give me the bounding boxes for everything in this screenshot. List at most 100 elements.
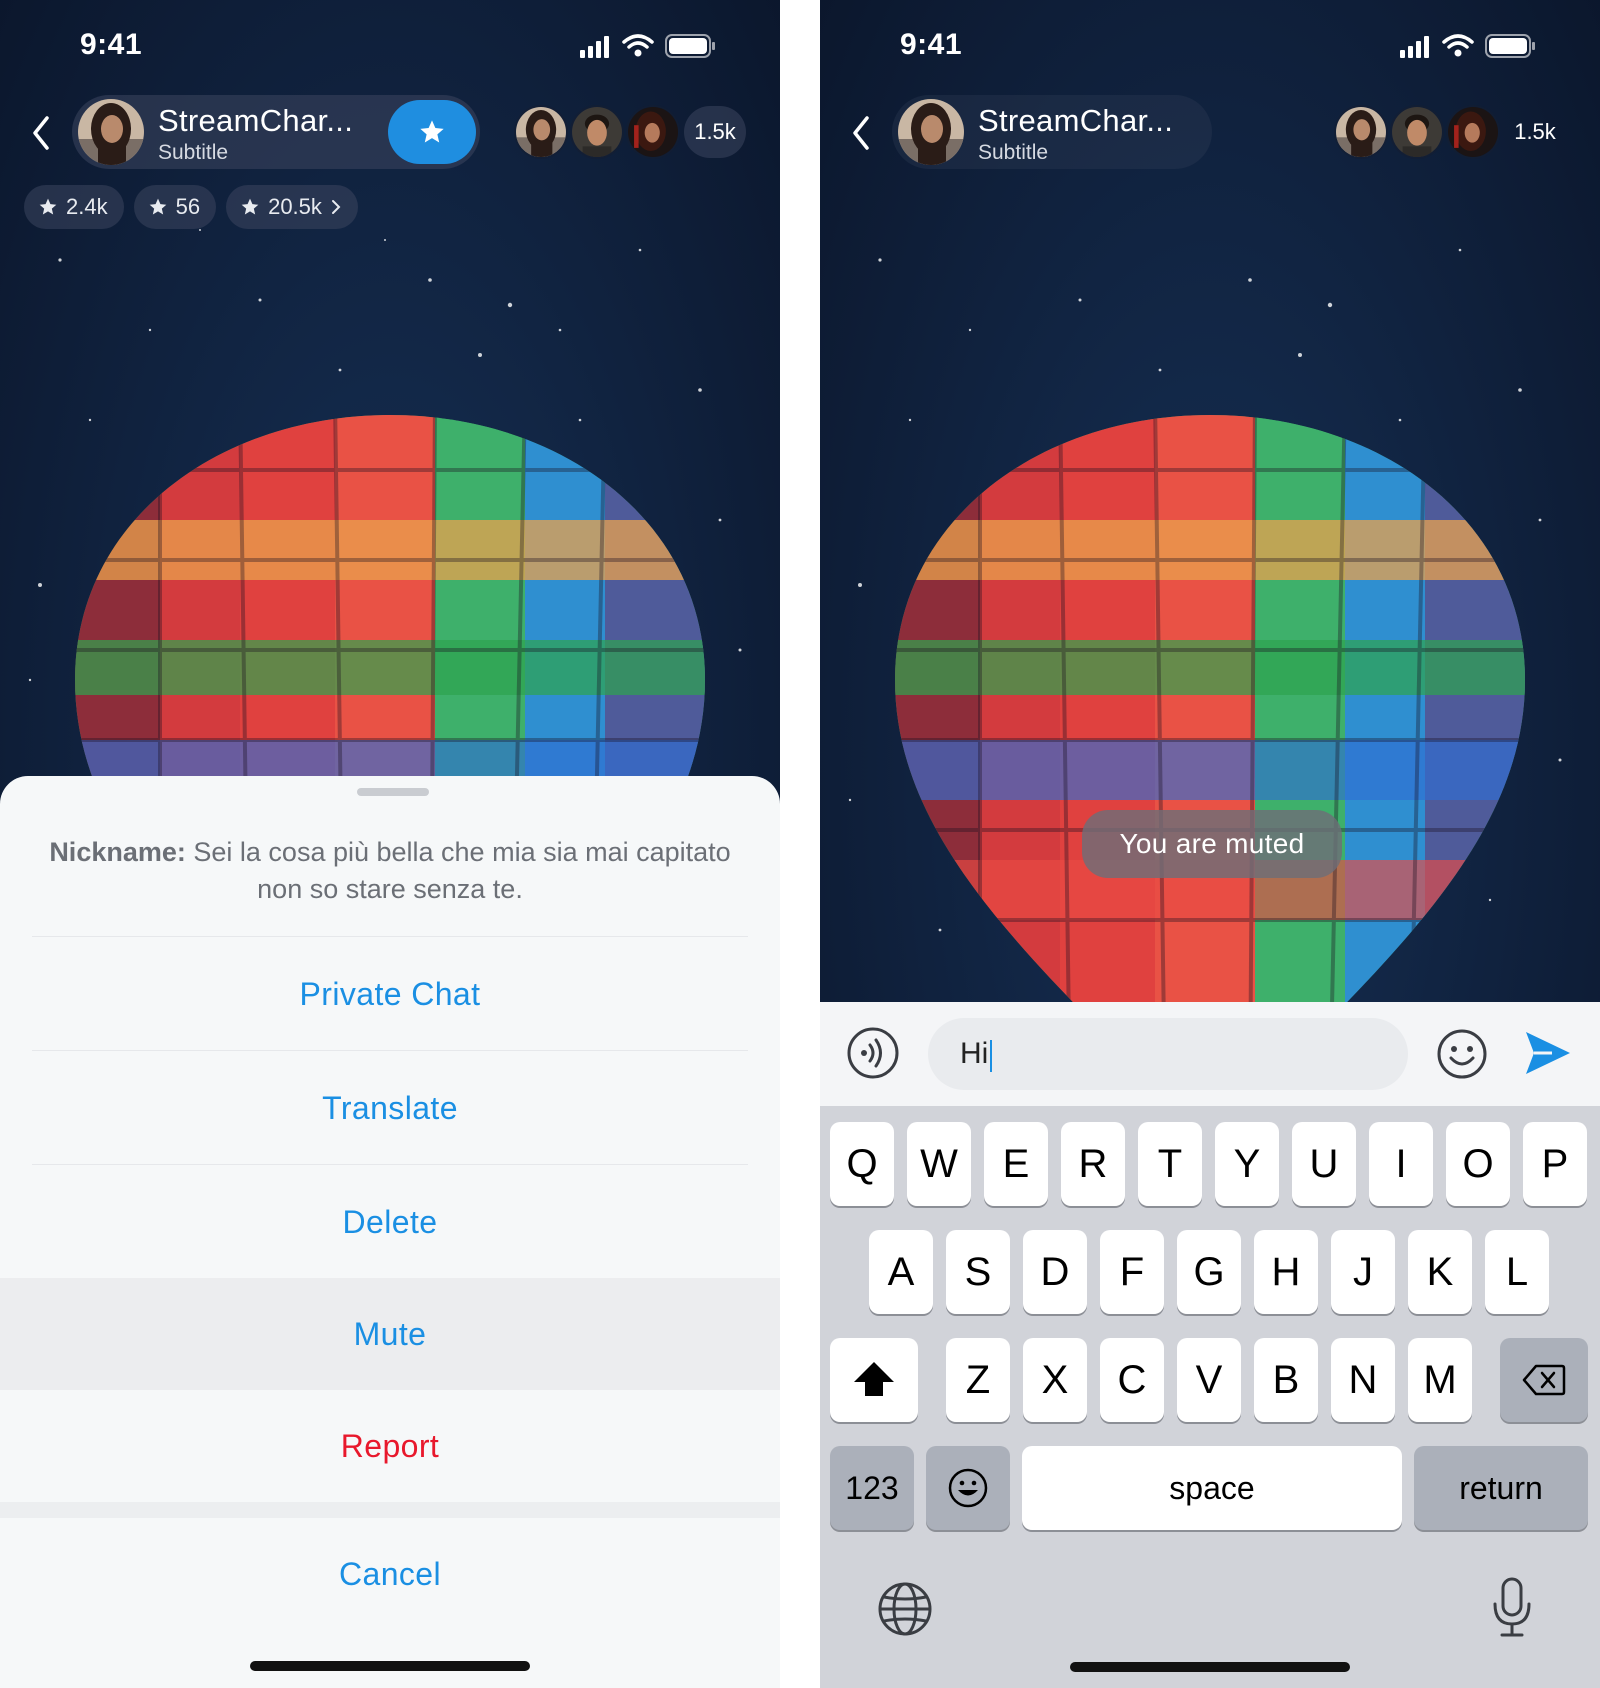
key-i[interactable]: I [1369,1122,1433,1206]
sheet-separator [0,1502,780,1518]
channel-header[interactable]: StreamChar... Subtitle [72,95,480,169]
backspace-icon [1522,1364,1566,1396]
viewer-avatar [570,105,624,159]
channel-avatar [898,99,964,165]
message-composer [820,1002,1600,1106]
key-n[interactable]: N [1331,1338,1395,1422]
key-j[interactable]: J [1331,1230,1395,1314]
action-private-chat[interactable]: Private Chat [0,938,780,1050]
battery-icon [665,34,715,58]
viewer-count: 1.5k [684,106,746,158]
cancel-button[interactable]: Cancel [0,1518,780,1630]
globe-icon[interactable] [876,1580,934,1638]
numbers-key[interactable]: 123 [830,1446,914,1530]
stat-value: 20.5k [268,194,322,219]
stat-value: 56 [175,194,201,219]
emoji-icon[interactable] [1436,1028,1488,1080]
viewer-count: 1.5k [1514,119,1556,144]
battery-icon [1485,34,1535,58]
key-h[interactable]: H [1254,1230,1318,1314]
home-indicator [250,1661,530,1671]
keyboard: Q W E R T Y U I O P A S D F G H J K L Z … [820,1106,1600,1688]
star-icon [240,197,260,217]
right-screen: 9:41 StreamChar... Subtitle 1.5k You are… [820,0,1600,1688]
key-l[interactable]: L [1485,1230,1549,1314]
muted-toast: You are muted [1082,810,1342,878]
star-icon [38,197,58,217]
wifi-icon [622,34,654,49]
chevron-right-icon [331,200,341,214]
key-q[interactable]: Q [830,1122,894,1206]
emoji-key[interactable] [926,1446,1010,1530]
status-time: 9:41 [900,28,963,61]
status-time: 9:41 [80,28,143,61]
channel-header[interactable]: StreamChar... Subtitle [892,95,1212,169]
viewer-avatar [514,105,568,159]
key-p[interactable]: P [1523,1122,1587,1206]
voice-icon[interactable] [846,1026,900,1080]
nickname-text: Sei la cosa più bella che mia sia mai ca… [193,837,731,904]
key-k[interactable]: K [1408,1230,1472,1314]
channel-name: StreamChar... [158,103,354,138]
stat-value: 2.4k [66,194,108,219]
star-icon [148,197,168,217]
emoji-key-icon [948,1468,988,1508]
channel-subtitle: Subtitle [158,141,229,164]
action-translate[interactable]: Translate [0,1052,780,1164]
back-chevron-icon[interactable] [28,113,54,153]
shift-icon [854,1362,894,1396]
status-icons [1400,34,1535,58]
return-key[interactable]: return [1414,1446,1588,1530]
key-x[interactable]: X [1023,1338,1087,1422]
divider [32,1164,748,1165]
key-r[interactable]: R [1061,1122,1125,1206]
key-v[interactable]: V [1177,1338,1241,1422]
key-z[interactable]: Z [946,1338,1010,1422]
nickname-label: Nickname: [49,837,186,867]
key-s[interactable]: S [946,1230,1010,1314]
left-screen: 9:41 StreamChar... Subtitle 1.5k 2.4k 56… [0,0,780,1688]
key-a[interactable]: A [869,1230,933,1314]
key-u[interactable]: U [1292,1122,1356,1206]
key-f[interactable]: F [1100,1230,1164,1314]
stat-chip-fans[interactable]: 20.5k [226,185,358,229]
back-chevron-icon[interactable] [848,113,874,153]
viewer-avatars[interactable]: 1.5k [1334,102,1574,162]
message-input[interactable] [928,1018,1408,1090]
star-icon [418,118,446,146]
viewer-avatars[interactable]: 1.5k [514,102,754,162]
key-w[interactable]: W [907,1122,971,1206]
key-c[interactable]: C [1100,1338,1164,1422]
key-t[interactable]: T [1138,1122,1202,1206]
shift-key[interactable] [830,1338,918,1422]
status-icons [580,34,715,58]
status-bar: 9:41 [820,0,1600,90]
key-g[interactable]: G [1177,1230,1241,1314]
action-mute[interactable]: Mute [0,1278,780,1390]
space-key[interactable]: space [1022,1446,1402,1530]
key-d[interactable]: D [1023,1230,1087,1314]
stat-chip-likes[interactable]: 2.4k [24,185,124,229]
divider [32,936,748,937]
key-b[interactable]: B [1254,1338,1318,1422]
backspace-key[interactable] [1500,1338,1588,1422]
divider [32,1050,748,1051]
favorite-button[interactable] [388,100,476,164]
action-report[interactable]: Report [0,1390,780,1502]
home-indicator [1070,1662,1350,1672]
key-e[interactable]: E [984,1122,1048,1206]
viewer-avatar [1334,105,1388,159]
status-bar: 9:41 [0,0,780,90]
key-m[interactable]: M [1408,1338,1472,1422]
send-icon[interactable] [1522,1028,1572,1078]
microphone-icon[interactable] [1490,1576,1534,1640]
action-delete[interactable]: Delete [0,1166,780,1278]
key-y[interactable]: Y [1215,1122,1279,1206]
key-o[interactable]: O [1446,1122,1510,1206]
user-action-sheet: Nickname: Sei la cosa più bella che mia … [0,776,780,1688]
viewer-avatar [1446,105,1500,159]
sheet-grabber[interactable] [357,788,429,796]
stat-chip-stars[interactable]: 56 [133,185,217,229]
channel-name: StreamChar... [978,103,1174,138]
viewer-avatar [1390,105,1444,159]
